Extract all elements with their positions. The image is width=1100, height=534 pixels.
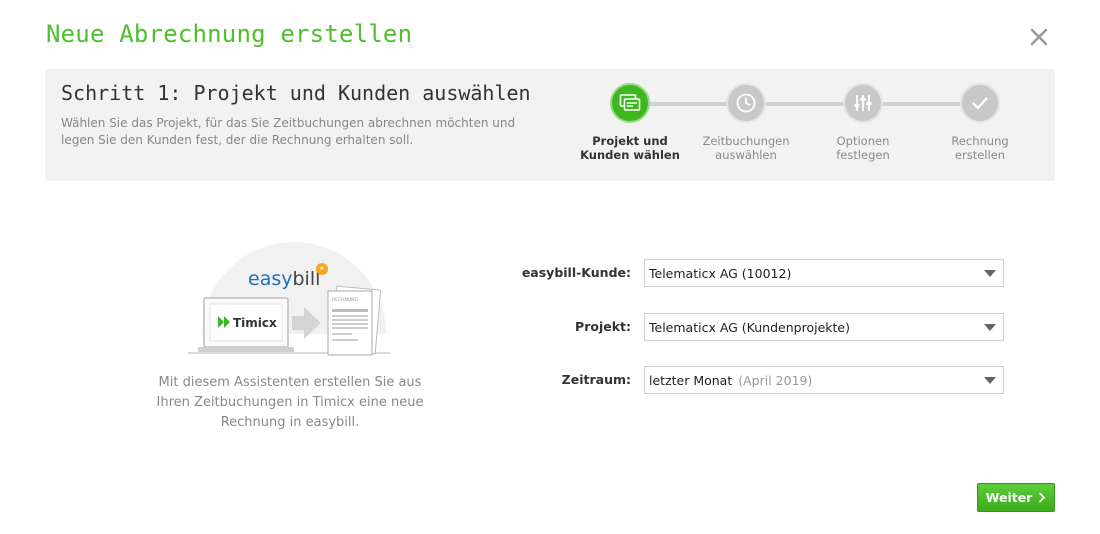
- customer-label: easybill-Kunde:: [521, 265, 631, 280]
- customer-select-value: Telematicx AG (10012): [649, 266, 792, 281]
- step-label: Rechnung erstellen: [951, 134, 1009, 162]
- next-button[interactable]: Weiter: [977, 483, 1055, 512]
- timicx-logo: Timicx: [233, 316, 277, 330]
- close-icon: [1030, 28, 1048, 46]
- period-row: Zeitraum: letzter Monat (April 2019): [480, 366, 1004, 394]
- step-label: Zeitbuchungen auswählen: [702, 134, 790, 162]
- step-options: Optionen festlegen: [803, 83, 923, 162]
- step-create-invoice: Rechnung erstellen: [920, 83, 1040, 162]
- period-hint: (April 2019): [738, 373, 813, 388]
- step-project-customer: Projekt und Kunden wählen: [570, 83, 690, 162]
- chevron-down-icon: [984, 377, 996, 384]
- chevron-down-icon: [984, 324, 996, 331]
- svg-text:RECHNUNG: RECHNUNG: [332, 297, 359, 303]
- period-label: Zeitraum:: [561, 372, 631, 387]
- project-label: Projekt:: [575, 319, 631, 334]
- step-title: Schritt 1: Projekt und Kunden auswählen: [61, 81, 531, 105]
- period-select-value: letzter Monat (April 2019): [649, 373, 812, 388]
- period-value: letzter Monat: [649, 373, 733, 388]
- customer-row: easybill-Kunde: Telematicx AG (10012): [480, 259, 1004, 287]
- invoice-document-icon: RECHNUNG: [327, 285, 382, 356]
- step-label: Projekt und Kunden wählen: [580, 134, 680, 162]
- sliders-icon: [854, 95, 872, 111]
- chevron-down-icon: [984, 270, 996, 277]
- integration-illustration: easybill * Timicx RECHNUNG: [186, 236, 396, 366]
- svg-text:*: *: [320, 266, 325, 276]
- next-button-label: Weiter: [985, 490, 1033, 505]
- chevron-right-icon: [1039, 492, 1046, 503]
- step-label: Optionen festlegen: [836, 134, 890, 162]
- step-header-panel: Schritt 1: Projekt und Kunden auswählen …: [45, 69, 1055, 181]
- step-circle: [843, 83, 883, 123]
- project-select-value: Telematicx AG (Kundenprojekte): [649, 320, 850, 335]
- id-card-icon: [619, 94, 641, 111]
- clock-icon: [736, 93, 756, 113]
- period-select[interactable]: letzter Monat (April 2019): [644, 366, 1004, 394]
- project-select[interactable]: Telematicx AG (Kundenprojekte): [644, 313, 1004, 341]
- checkmark-icon: [972, 97, 988, 110]
- step-circle: [726, 83, 766, 123]
- intro-text: Mit diesem Assistenten erstellen Sie aus…: [156, 375, 424, 430]
- dialog-title: Neue Abrechnung erstellen: [46, 20, 413, 48]
- easybill-logo: easybill: [248, 268, 320, 290]
- step-description: Wählen Sie das Projekt, für das Sie Zeit…: [61, 116, 516, 147]
- project-row: Projekt: Telematicx AG (Kundenprojekte): [480, 313, 1004, 341]
- step-circle: [610, 83, 650, 123]
- customer-select[interactable]: Telematicx AG (10012): [644, 259, 1004, 287]
- step-circle: [960, 83, 1000, 123]
- step-time-entries: Zeitbuchungen auswählen: [686, 83, 806, 162]
- close-button[interactable]: [1026, 24, 1052, 50]
